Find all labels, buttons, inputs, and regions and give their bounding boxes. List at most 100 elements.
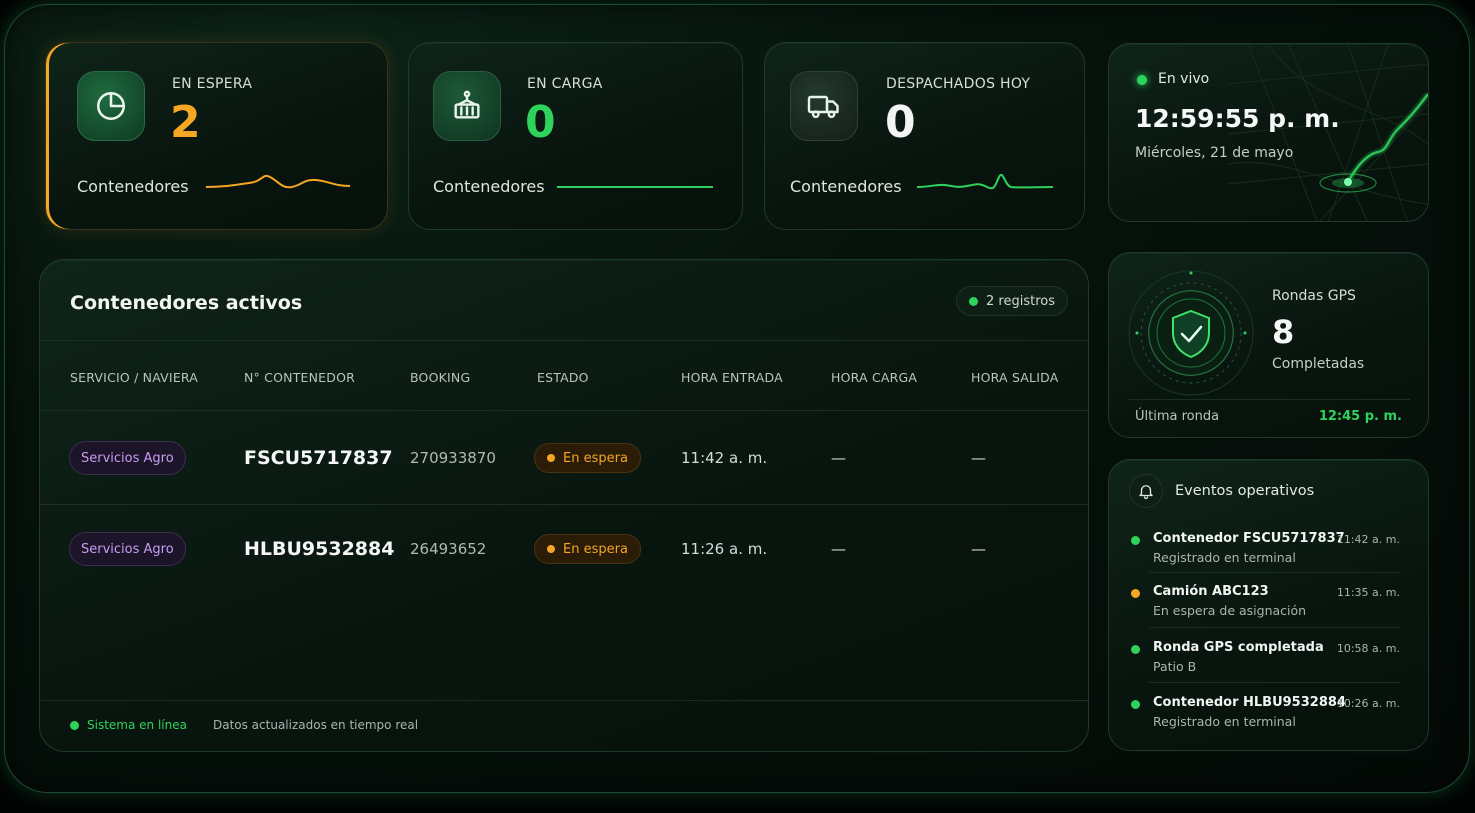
sparkline bbox=[916, 174, 1054, 190]
live-label: En vivo bbox=[1158, 71, 1210, 87]
service-tag[interactable]: Servicios Agro bbox=[69, 532, 186, 566]
table-footer: Sistema en línea Datos actualizados en t… bbox=[70, 718, 418, 732]
service-cell: Servicios Agro bbox=[69, 412, 186, 504]
event-time: 10:58 a. m. bbox=[1336, 642, 1400, 655]
event-item[interactable]: Camión ABC123 En espera de asignación 11… bbox=[1127, 584, 1400, 636]
service-tag[interactable]: Servicios Agro bbox=[69, 441, 186, 475]
status-text: En espera bbox=[563, 450, 628, 466]
divider bbox=[1149, 682, 1400, 683]
status-dot bbox=[547, 454, 555, 462]
stat-value: 0 bbox=[885, 97, 916, 148]
event-time: 11:42 a. m. bbox=[1336, 533, 1400, 546]
shield-check-icon bbox=[1128, 270, 1254, 396]
container-crane-icon bbox=[454, 90, 480, 119]
entry-time: 11:42 a. m. bbox=[681, 449, 768, 467]
status-cell: En espera bbox=[534, 503, 641, 595]
pie-chart-icon bbox=[96, 91, 126, 121]
event-status-dot bbox=[1131, 589, 1140, 598]
divider bbox=[40, 700, 1088, 701]
gps-last-time: 12:45 p. m. bbox=[1318, 409, 1402, 424]
footer-note: Datos actualizados en tiempo real bbox=[212, 718, 419, 732]
exit-time: — bbox=[971, 540, 986, 558]
stat-card-waiting[interactable]: EN ESPERA 2 Contenedores bbox=[45, 42, 388, 230]
container-number: FSCU5717837 bbox=[244, 447, 393, 469]
stat-icon-box bbox=[790, 71, 858, 141]
event-title: Camión ABC123 bbox=[1153, 584, 1269, 599]
bell-icon bbox=[1139, 485, 1153, 500]
stat-value: 0 bbox=[525, 97, 556, 148]
gps-title: Rondas GPS bbox=[1272, 288, 1356, 304]
stat-sublabel: Contenedores bbox=[790, 177, 902, 196]
event-time: 11:35 a. m. bbox=[1336, 586, 1400, 599]
stat-card-loading[interactable]: EN CARGA 0 Contenedores bbox=[408, 42, 743, 230]
event-subtitle: Registrado en terminal bbox=[1153, 550, 1296, 565]
stat-value: 2 bbox=[170, 97, 201, 148]
gps-count: 8 bbox=[1272, 313, 1295, 351]
divider bbox=[40, 410, 1088, 411]
stat-icon-box bbox=[433, 71, 501, 141]
bell-icon-circle[interactable] bbox=[1129, 474, 1163, 508]
load-time: — bbox=[831, 449, 846, 467]
event-subtitle: En espera de asignación bbox=[1153, 603, 1307, 618]
event-status-dot bbox=[1131, 700, 1140, 709]
column-header-status[interactable]: ESTADO bbox=[537, 370, 589, 385]
event-item[interactable]: Contenedor FSCU5717837 Registrado en ter… bbox=[1127, 531, 1400, 583]
column-header-service[interactable]: SERVICIO / NAVIERA bbox=[70, 370, 198, 385]
event-status-dot bbox=[1131, 645, 1140, 654]
event-title: Contenedor HLBU9532884 bbox=[1153, 695, 1346, 710]
table-row[interactable]: Servicios Agro FSCU5717837 270933870 En … bbox=[40, 412, 1088, 504]
truck-icon bbox=[807, 95, 839, 119]
event-subtitle: Patio B bbox=[1153, 659, 1197, 674]
live-clock-card: En vivo 12:59:55 p. m. Miércoles, 21 de … bbox=[1108, 43, 1429, 222]
gps-last-label: Última ronda bbox=[1135, 409, 1220, 424]
column-header-entry-time[interactable]: HORA ENTRADA bbox=[681, 370, 783, 385]
stat-label: EN ESPERA bbox=[172, 76, 253, 92]
table-row[interactable]: Servicios Agro HLBU9532884 26493652 En e… bbox=[40, 503, 1088, 595]
event-title: Ronda GPS completada bbox=[1153, 640, 1324, 655]
status-badge: En espera bbox=[534, 534, 641, 564]
table-title: Contenedores activos bbox=[70, 292, 303, 314]
service-cell: Servicios Agro bbox=[69, 503, 186, 595]
status-cell: En espera bbox=[534, 412, 641, 504]
load-time: — bbox=[831, 540, 846, 558]
stat-sublabel: Contenedores bbox=[77, 177, 189, 196]
booking-number: 26493652 bbox=[410, 540, 487, 558]
records-count: 2 registros bbox=[986, 293, 1055, 309]
event-item[interactable]: Contenedor HLBU9532884 Registrado en ter… bbox=[1127, 695, 1400, 747]
event-title: Contenedor FSCU5717837 bbox=[1153, 531, 1345, 546]
divider bbox=[1149, 627, 1400, 628]
stat-card-dispatched[interactable]: DESPACHADOS HOY 0 Contenedores bbox=[764, 42, 1085, 230]
divider bbox=[1149, 572, 1400, 573]
event-item[interactable]: Ronda GPS completada Patio B 10:58 a. m. bbox=[1127, 640, 1400, 692]
sparkline bbox=[205, 174, 351, 189]
sparkline bbox=[557, 186, 713, 188]
column-header-container[interactable]: N° CONTENEDOR bbox=[244, 370, 355, 385]
gps-sublabel: Completadas bbox=[1272, 356, 1365, 372]
event-time: 10:26 a. m. bbox=[1336, 697, 1400, 710]
records-dot bbox=[969, 296, 979, 306]
system-status: Sistema en línea bbox=[87, 718, 187, 732]
live-dot bbox=[1137, 75, 1147, 85]
stat-label: EN CARGA bbox=[527, 76, 603, 92]
active-containers-table: Contenedores activos 2 registros SERVICI… bbox=[39, 259, 1089, 752]
booking-number: 270933870 bbox=[410, 449, 496, 467]
stat-label: DESPACHADOS HOY bbox=[886, 76, 1031, 92]
column-header-load-time[interactable]: HORA CARGA bbox=[831, 370, 917, 385]
column-header-booking[interactable]: BOOKING bbox=[410, 370, 470, 385]
column-header-exit-time[interactable]: HORA SALIDA bbox=[971, 370, 1058, 385]
map-background bbox=[1228, 44, 1428, 221]
system-status-dot bbox=[70, 720, 79, 730]
divider bbox=[1127, 399, 1410, 400]
status-badge: En espera bbox=[534, 443, 641, 473]
container-number: HLBU9532884 bbox=[244, 538, 395, 560]
divider bbox=[40, 340, 1088, 341]
status-dot bbox=[547, 545, 555, 553]
records-badge: 2 registros bbox=[956, 286, 1068, 316]
gps-rounds-card[interactable]: Rondas GPS 8 Completadas Última ronda 12… bbox=[1108, 252, 1429, 438]
event-status-dot bbox=[1131, 536, 1140, 545]
live-date: Miércoles, 21 de mayo bbox=[1135, 145, 1294, 161]
stat-icon-box bbox=[77, 71, 145, 141]
stat-sublabel: Contenedores bbox=[433, 177, 545, 196]
events-title: Eventos operativos bbox=[1175, 483, 1315, 499]
event-subtitle: Registrado en terminal bbox=[1153, 714, 1296, 729]
